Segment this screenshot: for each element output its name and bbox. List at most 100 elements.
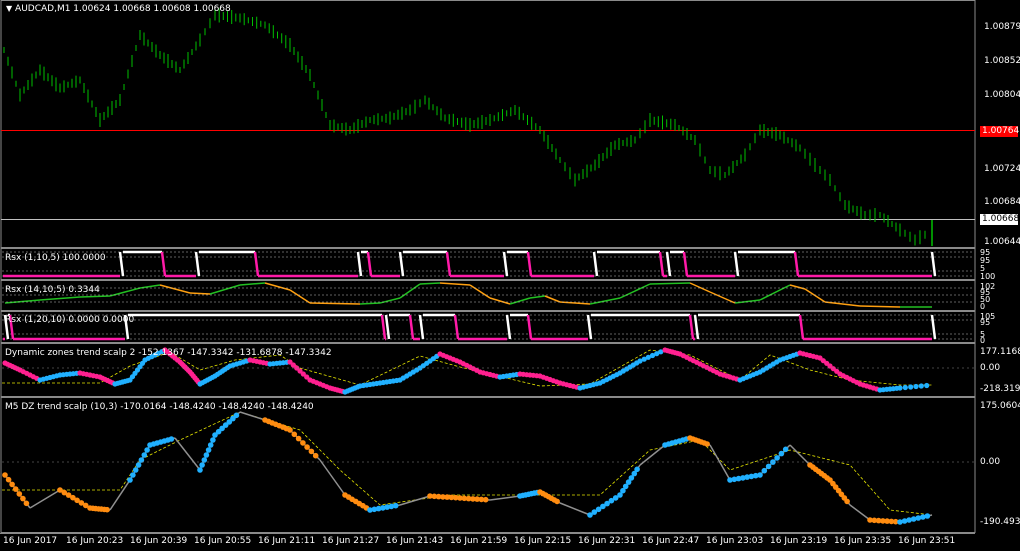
time-label: 16 Jun 23:03 [706,536,764,546]
m5-dot [203,452,210,458]
rsx3-step [418,314,425,340]
m5-line [849,504,871,521]
pane5-scale: -190.4937 [980,517,1020,527]
pane4-title: Dynamic zones trend scalp 2 -152.1367 -1… [5,348,332,358]
m5-dot [924,513,931,519]
m5-dot [761,467,768,474]
chevron-down-icon[interactable]: ▼ [6,4,12,13]
pane-border [0,280,976,311]
m5-line [319,459,346,496]
rsx3-step [693,314,700,340]
time-label: 16 Jun 21:11 [258,536,316,546]
rsx3-step [526,314,533,340]
rsx1-step [930,251,937,277]
m5-line [174,437,201,471]
pane5-scale: 0.00 [980,457,1001,467]
rsx2-line [544,295,561,303]
rsx1-step [118,251,125,277]
time-label: 16 Jun 23:51 [898,536,956,546]
rsx3-step [408,314,415,340]
dz-dot [913,383,919,390]
rsx1-step [445,251,452,277]
chart-canvas[interactable] [0,0,1020,551]
rsx1-step [356,251,363,277]
rsx1-step [398,251,405,277]
price-tick: 1.00684 [984,197,1020,207]
price-tick: 1.00644 [984,237,1020,247]
m5-dot [757,472,763,478]
rsx3-step [688,314,695,340]
rsx2-line [619,283,651,299]
pane4-scale: 0.00 [980,363,1001,373]
rsx2-line [824,301,861,307]
dz-dot [918,383,924,389]
rsx2-line [759,284,791,301]
time-label: 16 Jun 20:39 [130,536,188,546]
time-label: 16 Jun 21:43 [386,536,444,546]
m5-dot [205,447,212,453]
rsx3-step [798,314,805,340]
symbol-title: ▼ AUDCAD,M1 1.00624 1.00668 1.00608 1.00… [6,4,231,14]
m5-dot [765,463,772,470]
m5-dot [291,431,298,438]
pane3-title: Rsx (1,20,10) 0.0000 0.0000 [5,315,135,325]
m5-dot [915,515,922,521]
rsx1-step [366,251,373,277]
time-label: 16 Jun 21:59 [450,536,508,546]
rsx3-step [505,314,512,340]
rsx2-line [419,282,441,285]
rsx2-line [589,297,621,305]
rsx2-line [789,284,806,290]
rsx2-line [649,282,691,285]
m5-dot [287,427,293,433]
m5-dot [23,500,30,507]
rsx2-line [689,282,711,293]
m5-dot [554,498,560,505]
rsx2-line [139,284,161,289]
rsx3-step [380,314,387,340]
m5-dot [392,502,399,509]
rsx2-line [804,288,826,303]
rsx3-step [586,314,593,340]
dz-dot [897,385,903,391]
pane-border [0,397,976,533]
m5-line [29,489,61,509]
time-label: 16 Jun 20:23 [66,536,124,546]
rsx2-line [439,282,471,286]
rsx2-line [859,305,901,308]
rsx1-step [793,251,800,277]
pane5-title: M5 DZ trend scalp (10,3) -170.0164 -148.… [5,402,314,412]
rsx1-step [194,251,201,277]
pane-border [0,0,976,248]
time-label: 16 Jun 23:35 [834,536,892,546]
m5-dot [144,447,150,453]
pane1-title: Rsx (1,10,5) 100.0000 [5,253,106,263]
m5-line [109,479,131,511]
time-label: 16 Jun 23:19 [770,536,828,546]
m5-dot [132,467,139,473]
m5-dot [16,491,23,497]
rsx3-step [453,314,460,340]
pane1-scale: 100 [980,272,996,281]
price-tick: 1.00852 [984,56,1020,66]
rsx2-line [289,289,311,304]
rsx2-line [39,296,81,301]
rsx2-line [734,299,761,304]
m5-dot [910,516,917,522]
rsx1-step [253,251,260,277]
pane5-scale: 175.0604 [980,401,1020,411]
time-label: 16 Jun 22:31 [578,536,636,546]
time-label: 16 Jun 22:15 [514,536,572,546]
current-price-label: 1.00668 [980,214,1020,225]
m5-dot [9,481,15,488]
time-label: 16 Jun 21:27 [322,536,380,546]
m5-dot [300,440,306,446]
m5-dot [20,495,26,502]
rsx2-line [359,302,381,305]
rsx1-step [682,251,689,277]
chart-window[interactable]: ▼ AUDCAD,M1 1.00624 1.00668 1.00608 1.00… [0,0,1020,551]
rsx2-line [469,284,491,299]
symbol-ohlc: AUDCAD,M1 1.00624 1.00668 1.00608 1.0066… [15,4,231,14]
rsx1-step [658,251,665,277]
rsx1-step [160,251,167,277]
